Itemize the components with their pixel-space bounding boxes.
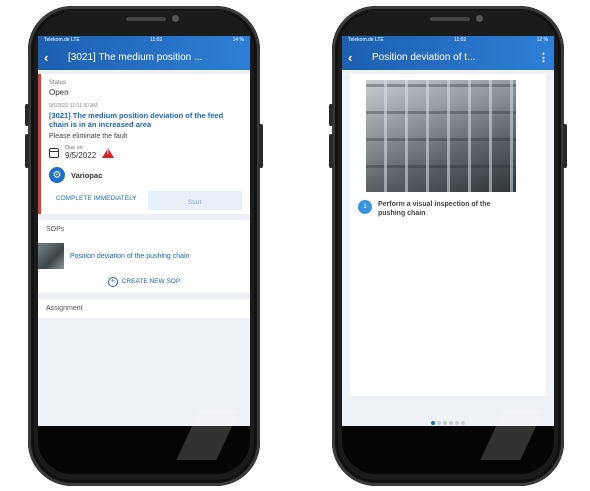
status-bar: Telekom.de LTE 11:02 14 % — [38, 36, 250, 46]
sops-section: SOPs Position deviation of the pushing c… — [38, 220, 250, 293]
right-phone: Telekom.de LTE 11:02 12 % ‹ Position dev… — [329, 6, 567, 486]
pagination-dot[interactable] — [437, 421, 441, 425]
sop-link[interactable]: Position deviation of the pushing chain — [70, 253, 189, 260]
clock-text: 11:02 — [454, 37, 467, 43]
battery-text: 14 % — [232, 37, 244, 43]
carrier-text: Telekom.de LTE — [44, 37, 80, 43]
power-button — [259, 124, 263, 168]
machine-row: ⚙ Variopac — [49, 167, 242, 183]
left-phone: Telekom.de LTE 11:02 14 % ‹ [3021] The m… — [25, 6, 263, 486]
kebab-menu-icon[interactable]: ⋮ — [538, 51, 549, 64]
speaker — [430, 17, 470, 21]
clock-text: 11:02 — [150, 37, 163, 43]
app-bar: Telekom.de LTE 11:02 12 % ‹ Position dev… — [342, 36, 554, 70]
assignment-section: Assignment — [38, 299, 250, 318]
status-value: Open — [49, 88, 69, 97]
step-item: 1 Perform a visual inspection of the pus… — [358, 200, 518, 218]
sop-thumbnail — [38, 243, 64, 269]
pagination-dot[interactable] — [443, 421, 447, 425]
start-button[interactable]: Start — [147, 191, 242, 210]
back-icon[interactable]: ‹ — [348, 50, 364, 65]
app-bar: Telekom.de LTE 11:02 14 % ‹ [3021] The m… — [38, 36, 250, 70]
status-label: Status — [49, 80, 67, 86]
complete-immediately-button[interactable]: COMPLETE IMMEDIATELY — [49, 191, 144, 210]
pagination-dot[interactable] — [431, 421, 435, 425]
page-title: [3021] The medium position ... — [68, 51, 203, 63]
right-screen: Telekom.de LTE 11:02 12 % ‹ Position dev… — [342, 36, 554, 426]
task-card: Status Open 9/5/2022 11:01:30 AM [3021] … — [38, 74, 250, 214]
carrier-text: Telekom.de LTE — [348, 37, 384, 43]
pagination-dot[interactable] — [461, 421, 465, 425]
create-sop-button[interactable]: + CREATE NEW SOP — [46, 277, 242, 287]
left-screen: Telekom.de LTE 11:02 14 % ‹ [3021] The m… — [38, 36, 250, 426]
pagination-dot[interactable] — [455, 421, 459, 425]
gear-icon: ⚙ — [49, 167, 65, 183]
speaker — [126, 17, 166, 21]
volume-button — [25, 104, 29, 126]
step-number: 1 — [358, 200, 372, 214]
add-icon: + — [107, 277, 118, 287]
due-value: 9/5/2022 — [65, 151, 97, 160]
sop-item[interactable]: Position deviation of the pushing chain — [38, 243, 242, 269]
assignment-title: Assignment — [46, 305, 83, 312]
bottom-bezel — [38, 410, 250, 474]
task-hint: Please eliminate the fault — [49, 133, 128, 140]
calendar-icon — [49, 147, 59, 158]
status-bar: Telekom.de LTE 11:02 12 % — [342, 36, 554, 46]
sop-step-card: 1 Perform a visual inspection of the pus… — [350, 74, 546, 396]
due-row: Due on 9/5/2022 — [49, 145, 242, 160]
power-button — [563, 124, 567, 168]
timestamp: 9/5/2022 11:01:30 AM — [49, 103, 98, 109]
create-sop-label: CREATE NEW SOP — [121, 278, 181, 285]
battery-text: 12 % — [536, 37, 548, 43]
bottom-bezel — [342, 410, 554, 474]
notch — [368, 10, 528, 36]
step-text: Perform a visual inspection of the pushi… — [378, 201, 491, 217]
volume-button — [329, 104, 333, 126]
volume-button — [25, 134, 29, 168]
warning-icon — [102, 147, 115, 158]
sops-title: SOPs — [46, 226, 65, 233]
pagination-dot[interactable] — [449, 421, 453, 425]
page-title: Position deviation of t... — [372, 51, 476, 63]
volume-button — [329, 134, 333, 168]
task-actions: COMPLETE IMMEDIATELY Start — [49, 191, 242, 210]
task-description: [3021] The medium position deviation of … — [49, 111, 224, 129]
back-icon[interactable]: ‹ — [44, 50, 60, 65]
step-photo — [366, 80, 516, 192]
notch — [64, 10, 224, 36]
machine-name: Variopac — [71, 170, 103, 180]
camera — [476, 15, 483, 22]
camera — [172, 15, 179, 22]
